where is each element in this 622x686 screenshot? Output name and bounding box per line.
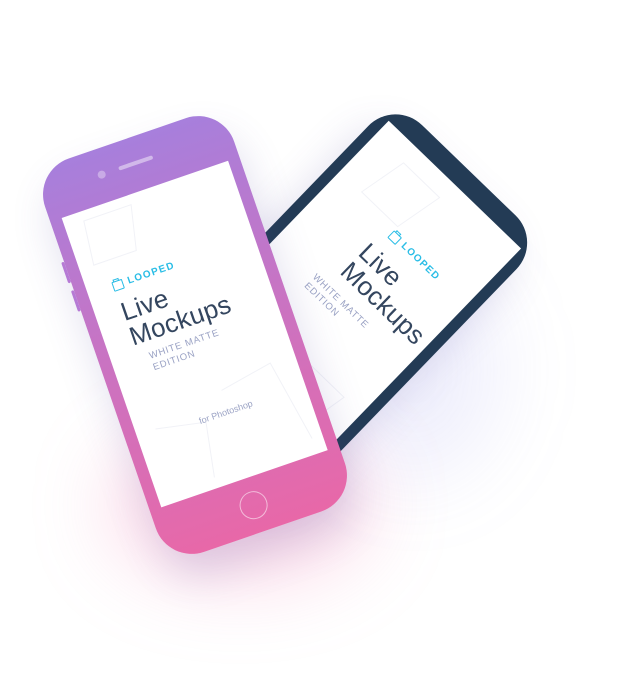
volume-down-button bbox=[70, 290, 81, 312]
volume-up-button bbox=[61, 261, 72, 284]
speaker-grille bbox=[118, 155, 154, 171]
home-button bbox=[235, 487, 272, 523]
front-camera bbox=[96, 169, 107, 180]
